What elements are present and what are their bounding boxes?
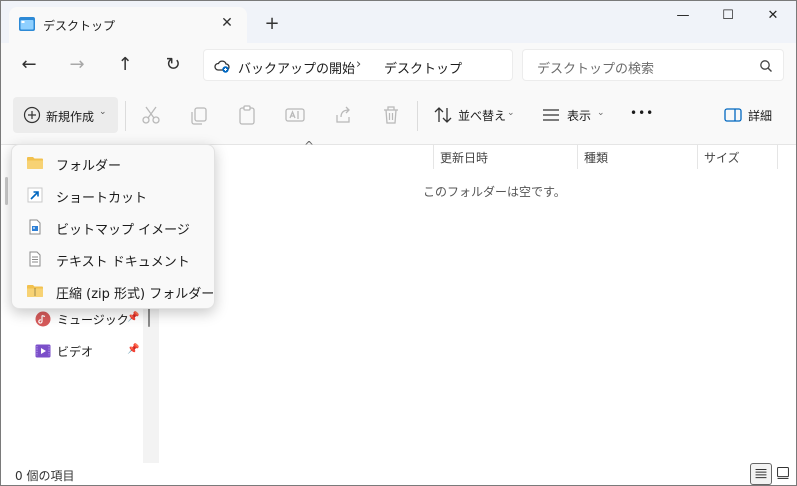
details-button[interactable]: 詳細	[748, 107, 772, 124]
video-icon	[35, 344, 51, 358]
up-button[interactable]: ↑	[111, 51, 139, 79]
title-bar: デスクトップ ✕ + — ☐ ✕	[1, 1, 796, 43]
tiles-view-button[interactable]	[773, 463, 795, 485]
menu-item-folder[interactable]: フォルダー	[16, 148, 212, 178]
tab-desktop[interactable]: デスクトップ ✕	[9, 7, 247, 43]
details-view-button[interactable]	[750, 463, 772, 485]
copy-icon[interactable]	[187, 103, 211, 127]
chevron-down-icon[interactable]: ⌄	[597, 108, 605, 118]
pin-icon: 📌	[127, 312, 140, 323]
paste-icon[interactable]	[235, 103, 259, 127]
share-icon[interactable]	[331, 103, 355, 127]
view-list-icon[interactable]	[539, 103, 563, 127]
address-row: ← → ↑ ↻ バックアップの開始 › デスクトップ デスクトップの検索	[1, 43, 796, 87]
shortcut-icon	[27, 187, 43, 203]
desktop-folder-icon	[19, 17, 35, 31]
search-input[interactable]: デスクトップの検索	[537, 58, 654, 77]
file-list: ^ 更新日時 種類 サイズ このフォルダーは空です。	[159, 139, 796, 463]
details-view-icon	[755, 468, 767, 479]
tiles-view-icon	[777, 467, 789, 479]
bitmap-icon	[29, 219, 41, 235]
rename-icon[interactable]	[283, 103, 307, 127]
file-explorer-window: デスクトップ ✕ + — ☐ ✕ ← → ↑ ↻ バックアップの開始 › デスク…	[0, 0, 797, 486]
cut-icon[interactable]	[139, 103, 163, 127]
delete-icon[interactable]	[379, 103, 403, 127]
cloud-backup-icon	[214, 60, 230, 73]
menu-item-label: ビットマップ イメージ	[56, 223, 190, 238]
menu-item-label: ショートカット	[56, 191, 148, 206]
more-options-button[interactable]: •••	[630, 106, 654, 120]
column-header-label: 更新日時	[440, 151, 489, 165]
menu-item-label: テキスト ドキュメント	[56, 255, 190, 270]
tab-close-icon[interactable]: ✕	[217, 13, 237, 33]
menu-item-text-document[interactable]: テキスト ドキュメント	[16, 244, 212, 274]
divider	[125, 101, 126, 131]
plus-circle-icon	[23, 106, 41, 124]
menu-item-bitmap[interactable]: ビットマップ イメージ	[16, 212, 212, 242]
column-header-label: 種類	[584, 151, 609, 165]
new-button[interactable]: 新規作成 ⌄	[13, 97, 118, 133]
text-document-icon	[29, 251, 41, 267]
new-button-label: 新規作成	[46, 110, 95, 124]
music-icon	[35, 311, 51, 327]
column-header-type[interactable]: 種類	[578, 145, 698, 169]
empty-folder-message: このフォルダーは空です。	[423, 185, 566, 199]
folder-icon	[27, 157, 43, 169]
menu-item-zip-folder[interactable]: 圧縮 (zip 形式) フォルダー	[16, 276, 215, 306]
menu-item-label: フォルダー	[56, 159, 122, 174]
status-bar: 0 個の項目	[1, 463, 796, 485]
sidebar-item-label: ミュージック	[57, 313, 129, 327]
menu-item-shortcut[interactable]: ショートカット	[16, 180, 212, 210]
close-button[interactable]: ✕	[750, 1, 796, 31]
sidebar-item-label: ビデオ	[57, 345, 94, 359]
column-header-label: サイズ	[704, 151, 740, 165]
divider	[417, 101, 418, 131]
item-count: 0 個の項目	[15, 469, 75, 483]
view-button[interactable]: 表示	[567, 107, 591, 124]
pin-icon: 📌	[127, 344, 140, 355]
sidebar-item-music[interactable]: ミュージック 📌	[35, 307, 141, 331]
back-button[interactable]: ←	[15, 51, 43, 79]
chevron-down-icon: ⌄	[99, 107, 107, 117]
new-item-menu: フォルダー ショートカット ビットマップ イメージ テキスト ドキュメント 圧縮…	[11, 144, 215, 309]
breadcrumb[interactable]: バックアップの開始 › デスクトップ	[203, 49, 513, 81]
zip-folder-icon	[27, 285, 43, 297]
chevron-down-icon[interactable]: ⌄	[507, 108, 515, 118]
column-header-size[interactable]: サイズ	[698, 145, 778, 169]
sort-icon[interactable]	[431, 103, 455, 127]
refresh-button[interactable]: ↻	[159, 51, 187, 79]
breadcrumb-backup[interactable]: バックアップの開始	[238, 58, 355, 77]
breadcrumb-separator-icon[interactable]: ›	[356, 57, 361, 72]
search-icon[interactable]	[759, 59, 773, 73]
sidebar-item-video[interactable]: ビデオ 📌	[35, 339, 141, 363]
tab-title: デスクトップ	[43, 19, 116, 33]
command-bar: 新規作成 ⌄ 並べ替え ⌄ 表示 ⌄ ••• 詳細	[1, 87, 796, 145]
minimize-button[interactable]: —	[660, 1, 706, 31]
sort-button[interactable]: 並べ替え	[458, 107, 506, 124]
new-tab-button[interactable]: +	[261, 13, 283, 35]
details-pane-icon[interactable]	[721, 103, 745, 127]
forward-button[interactable]: →	[63, 51, 91, 79]
selection-indicator	[5, 177, 8, 205]
breadcrumb-desktop[interactable]: デスクトップ	[384, 58, 462, 77]
column-header-modified[interactable]: 更新日時	[434, 145, 578, 169]
menu-item-label: 圧縮 (zip 形式) フォルダー	[56, 287, 215, 302]
search-box[interactable]: デスクトップの検索	[522, 49, 784, 81]
maximize-button[interactable]: ☐	[705, 1, 751, 31]
